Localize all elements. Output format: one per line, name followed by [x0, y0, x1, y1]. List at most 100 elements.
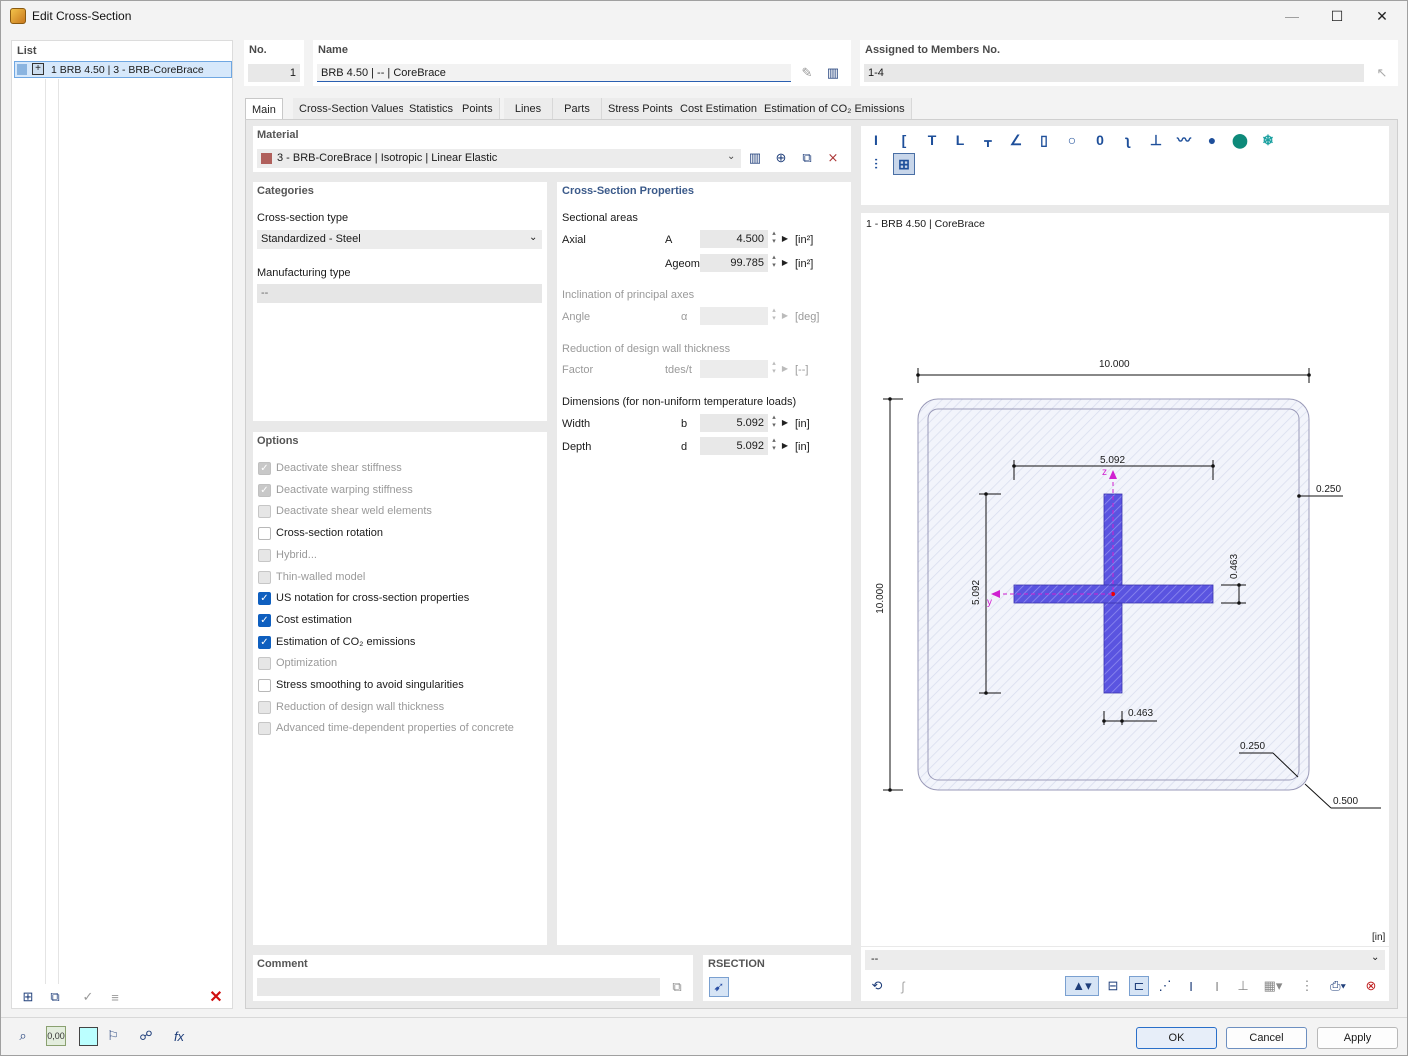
- option-checkbox[interactable]: [258, 679, 271, 692]
- uncheck-all-icon[interactable]: ≡: [105, 987, 125, 1007]
- mfg-type-field[interactable]: --: [257, 284, 542, 303]
- tab-parts[interactable]: Parts: [553, 98, 602, 120]
- rectangular-tube-icon[interactable]: ▯: [1033, 129, 1055, 151]
- tab-main[interactable]: Main: [245, 98, 283, 120]
- unequal-angle-icon[interactable]: ∠: [1005, 129, 1027, 151]
- material-value: 3 - BRB-CoreBrace | Isotropic | Linear E…: [277, 152, 498, 164]
- list-item[interactable]: + 1 BRB 4.50 | 3 - BRB-CoreBrace: [14, 61, 232, 78]
- ageom-value[interactable]: 99.785: [700, 254, 768, 272]
- name-input[interactable]: BRB 4.50 | -- | CoreBrace: [317, 64, 791, 82]
- axes-icon[interactable]: ⊏: [1129, 976, 1149, 996]
- rsection-icon[interactable]: ➹: [709, 977, 729, 997]
- option-checkbox[interactable]: ✓: [258, 592, 271, 606]
- scale-icon[interactable]: ⋮: [1297, 976, 1317, 996]
- help-icon[interactable]: ⌕: [13, 1026, 33, 1046]
- no-field[interactable]: 1: [248, 64, 300, 82]
- option-label: US notation for cross-section properties: [276, 592, 470, 605]
- arrow-right-icon[interactable]: ▶: [780, 414, 790, 432]
- comment-input[interactable]: [257, 978, 660, 996]
- angle-section-icon[interactable]: L: [949, 129, 971, 151]
- material-library-icon[interactable]: ▥: [745, 148, 765, 168]
- tab-co2-emissions[interactable]: Estimation of CO₂ Emissions: [758, 98, 912, 120]
- material-select[interactable]: 3 - BRB-CoreBrace | Isotropic | Linear E…: [257, 149, 741, 168]
- mirror-icon[interactable]: ʃ: [893, 976, 913, 996]
- delete-material-icon[interactable]: ⨯: [823, 148, 843, 168]
- tab-lines[interactable]: Lines: [504, 98, 553, 120]
- display-mode-icon[interactable]: ▲▾: [1065, 976, 1099, 996]
- section-info-icon[interactable]: ⚐: [103, 1026, 123, 1046]
- cluster-icon[interactable]: ❄: [1257, 129, 1279, 151]
- new-material-icon[interactable]: ⊕: [771, 148, 791, 168]
- tab-cross-section-values[interactable]: Cross-Section Values: [293, 98, 411, 120]
- maximize-button[interactable]: ☐: [1314, 1, 1360, 31]
- cross-section-add-icon[interactable]: ⊞: [893, 153, 915, 175]
- inclination-label: Inclination of principal axes: [562, 289, 695, 301]
- dim-outer-width: 10.000: [1099, 359, 1130, 370]
- rotate-view-icon[interactable]: ⟲: [867, 976, 887, 996]
- lines-icon[interactable]: I: [1207, 976, 1227, 996]
- copy-item-icon[interactable]: ⧉: [45, 987, 65, 1007]
- spinner-icon[interactable]: ▴ ▾: [769, 230, 779, 248]
- view-combo[interactable]: -- ⌄: [865, 950, 1385, 970]
- comment-panel: Comment ⧉: [253, 955, 693, 1001]
- option-checkbox[interactable]: ✓: [258, 613, 271, 627]
- solid-circle-icon[interactable]: ⬤: [1229, 129, 1251, 151]
- double-angle-section-icon[interactable]: ᚁ: [977, 129, 999, 151]
- i-section-icon[interactable]: I: [865, 129, 887, 151]
- dim-flange-thickness: 0.463: [1229, 553, 1241, 580]
- table-icon[interactable]: ▦▾: [1259, 976, 1287, 996]
- cs-type-select[interactable]: Standardized - Steel ⌄: [257, 230, 542, 249]
- depth-value[interactable]: 5.092: [700, 437, 768, 455]
- dimensions-icon[interactable]: ⊟: [1103, 976, 1123, 996]
- circular-tube-icon[interactable]: ○: [1061, 129, 1083, 151]
- spinner-icon[interactable]: ▴ ▾: [769, 414, 779, 432]
- apply-button[interactable]: Apply: [1317, 1027, 1398, 1049]
- arrow-right-icon[interactable]: ▶: [780, 230, 790, 248]
- minimize-button[interactable]: —: [1269, 1, 1315, 31]
- new-item-icon[interactable]: ⊞: [18, 987, 38, 1007]
- check-all-icon[interactable]: ✓: [78, 987, 98, 1007]
- close-button[interactable]: ✕: [1359, 1, 1405, 31]
- points-icon[interactable]: ⋰: [1155, 976, 1175, 996]
- cancel-button[interactable]: Cancel: [1226, 1027, 1307, 1049]
- width-value[interactable]: 5.092: [700, 414, 768, 432]
- timber-section-icon[interactable]: ●: [1201, 129, 1223, 151]
- delete-icon[interactable]: ✕: [206, 987, 226, 1007]
- oval-tube-icon[interactable]: 0: [1089, 129, 1111, 151]
- assigned-members-input[interactable]: 1-4: [864, 64, 1364, 82]
- pick-members-icon[interactable]: ↖: [1372, 63, 1392, 83]
- z-section-icon[interactable]: ʅ: [1117, 129, 1139, 151]
- edit-material-icon[interactable]: ⧉: [797, 148, 817, 168]
- list-item-label: 1 BRB 4.50 | 3 - BRB-CoreBrace: [51, 64, 204, 76]
- option-checkbox[interactable]: ✓: [258, 635, 271, 649]
- channel-section-icon[interactable]: [: [893, 129, 915, 151]
- color-icon[interactable]: [79, 1027, 98, 1046]
- spinner-icon[interactable]: ▴ ▾: [769, 437, 779, 455]
- edit-name-icon[interactable]: ✎: [797, 63, 817, 83]
- stress-points-icon[interactable]: ⊥: [1233, 976, 1253, 996]
- sheet-pile-icon[interactable]: 〰: [1173, 129, 1195, 151]
- units-icon[interactable]: 0,00: [46, 1026, 66, 1046]
- built-up-section-icon[interactable]: ⫶: [865, 153, 887, 175]
- library-icon[interactable]: ▥: [823, 63, 843, 83]
- t-section-icon[interactable]: T: [921, 129, 943, 151]
- item-color-swatch: [17, 64, 27, 75]
- tab-statistics[interactable]: Statistics: [403, 98, 461, 120]
- comment-library-icon[interactable]: ⧉: [667, 977, 687, 997]
- rail-section-icon[interactable]: ⊥: [1145, 129, 1167, 151]
- tab-points[interactable]: Points: [456, 98, 500, 120]
- ok-button[interactable]: OK: [1136, 1027, 1217, 1049]
- tab-cost-estimation[interactable]: Cost Estimation: [674, 98, 765, 120]
- area-value[interactable]: 4.500: [700, 230, 768, 248]
- spinner-icon[interactable]: ▴ ▾: [769, 254, 779, 272]
- print-icon[interactable]: ⎙▾: [1323, 976, 1353, 996]
- parts-icon[interactable]: I: [1181, 976, 1201, 996]
- formula-icon[interactable]: fx: [169, 1026, 189, 1046]
- option-checkbox[interactable]: [258, 527, 271, 541]
- arrow-right-icon[interactable]: ▶: [780, 437, 790, 455]
- arrow-right-icon[interactable]: ▶: [780, 254, 790, 272]
- view-icon[interactable]: ☍: [136, 1026, 156, 1046]
- reset-view-icon[interactable]: ⊗: [1361, 976, 1381, 996]
- tab-stress-points[interactable]: Stress Points: [602, 98, 680, 120]
- width-label: Width: [562, 418, 591, 430]
